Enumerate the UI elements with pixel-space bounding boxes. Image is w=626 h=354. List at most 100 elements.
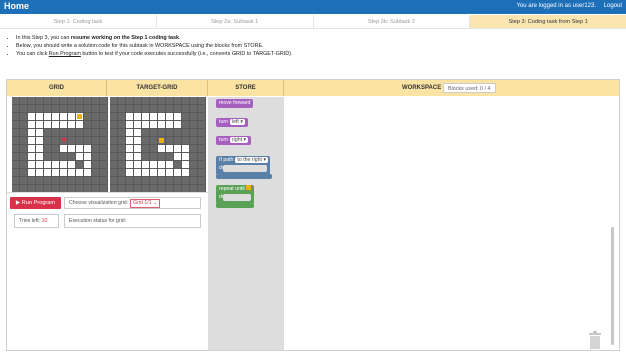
grid-cell <box>84 185 91 192</box>
grid-cell <box>190 137 197 144</box>
grid-cell <box>150 153 157 160</box>
grid-cell <box>166 113 173 120</box>
grid-cell <box>134 161 141 168</box>
tab-step-1[interactable]: Step 1: Coding task <box>0 15 157 29</box>
logout-link[interactable]: Logout <box>604 3 622 9</box>
top-bar: Home You are logged in as user123. Logou… <box>0 0 626 14</box>
grid-cell <box>142 177 149 184</box>
grid-cell <box>100 121 107 128</box>
grid-cell <box>190 113 197 120</box>
grid-cell <box>36 145 43 152</box>
grid-cell <box>174 97 181 104</box>
workspace-area[interactable] <box>284 97 619 350</box>
grid-cell <box>198 113 205 120</box>
grid-cell <box>118 105 125 112</box>
grid-cell <box>190 177 197 184</box>
grid-cell <box>100 97 107 104</box>
grid-cell <box>118 161 125 168</box>
grid-cell <box>166 169 173 176</box>
grid-cell <box>60 97 67 104</box>
tab-step-2a[interactable]: Step 2a: Subtask 1 <box>156 15 314 29</box>
grid-cell <box>12 113 19 120</box>
run-program-button[interactable]: ▶ Run Program <box>10 197 61 209</box>
grid-cell <box>52 129 59 136</box>
grid-cell <box>76 169 83 176</box>
grid-cell <box>150 177 157 184</box>
grid-select-value[interactable]: Grid 1/1 ⌄ <box>130 199 161 208</box>
grid-cell <box>110 177 117 184</box>
grid-cell <box>76 177 83 184</box>
grid-cell <box>52 161 59 168</box>
grid-cell <box>100 153 107 160</box>
grid-cell <box>100 177 107 184</box>
grid-cell <box>182 153 189 160</box>
grid-cell <box>134 113 141 120</box>
instruction-1: In this Step 3, you can resume working o… <box>16 34 616 42</box>
grid-cell <box>28 97 35 104</box>
grid-cell <box>158 185 165 192</box>
grid-cell <box>60 105 67 112</box>
grid-cell <box>166 129 173 136</box>
workspace-scrollbar[interactable] <box>611 227 614 345</box>
tab-step-2b[interactable]: Step 2b: Subtask 2 <box>313 15 471 29</box>
grid-cell <box>12 185 19 192</box>
turn-right-dropdown[interactable]: right ▾ <box>229 137 249 143</box>
repeat-until-block[interactable]: repeat until do <box>216 185 254 208</box>
repeat-until-slot <box>223 194 251 201</box>
grid-cell <box>84 129 91 136</box>
turn-left-dropdown[interactable]: left ▾ <box>229 119 245 125</box>
grid-cell <box>198 169 205 176</box>
grid-cell <box>166 177 173 184</box>
grid-cell <box>198 185 205 192</box>
grid-cell <box>84 137 91 144</box>
tries-left: Tries left: 10 <box>14 214 59 228</box>
workspace-title: WORKSPACE <box>402 85 442 91</box>
grid-cell <box>76 121 83 128</box>
move-forward-block[interactable]: move forward <box>216 99 254 108</box>
grid-cell <box>110 153 117 160</box>
grid-cell <box>198 105 205 112</box>
grid-cell <box>100 105 107 112</box>
turn-right-block[interactable]: turn right ▾ <box>216 136 252 145</box>
grid-cell <box>36 97 43 104</box>
grid-cell <box>142 137 149 144</box>
grid-cell <box>60 121 67 128</box>
grid-cell <box>28 169 35 176</box>
turn-left-block[interactable]: turn left ▾ <box>216 118 248 127</box>
grid-cell <box>190 105 197 112</box>
grid-cell <box>182 169 189 176</box>
grid-cell <box>44 97 51 104</box>
if-path-block[interactable]: If path to the right ▾ do <box>216 156 272 179</box>
grid-cell <box>190 169 197 176</box>
trash-icon[interactable] <box>589 331 601 349</box>
grid-cell <box>134 137 141 144</box>
grid-cell <box>44 129 51 136</box>
home-link[interactable]: Home <box>4 1 29 11</box>
grid-cell <box>76 137 83 144</box>
grid-cell <box>12 137 19 144</box>
grid-cell <box>142 113 149 120</box>
grid-cell <box>36 113 43 120</box>
grid-cell <box>174 169 181 176</box>
grid-cell <box>52 105 59 112</box>
grid-cell <box>84 153 91 160</box>
grid-cell <box>92 177 99 184</box>
target-grid-header: TARGET-GRID <box>107 80 208 96</box>
tab-step-3[interactable]: Step 3: Coding task from Step 1 <box>470 15 626 29</box>
grid-cell <box>174 153 181 160</box>
grid-cell <box>126 169 133 176</box>
grid-cell <box>150 113 157 120</box>
grid-cell <box>36 169 43 176</box>
if-path-dropdown[interactable]: to the right ▾ <box>235 157 268 163</box>
grid-cell <box>28 185 35 192</box>
grid-cell <box>182 105 189 112</box>
grid-cell <box>126 129 133 136</box>
grid-cell <box>174 177 181 184</box>
grid-cell <box>12 169 19 176</box>
visualization-grid-select[interactable]: Choose visualization grid: Grid 1/1 ⌄ <box>64 197 201 209</box>
grid-cell <box>158 105 165 112</box>
grid-cell <box>36 105 43 112</box>
grid-cell <box>60 129 67 136</box>
grid-cell <box>142 145 149 152</box>
grid-cell <box>28 145 35 152</box>
